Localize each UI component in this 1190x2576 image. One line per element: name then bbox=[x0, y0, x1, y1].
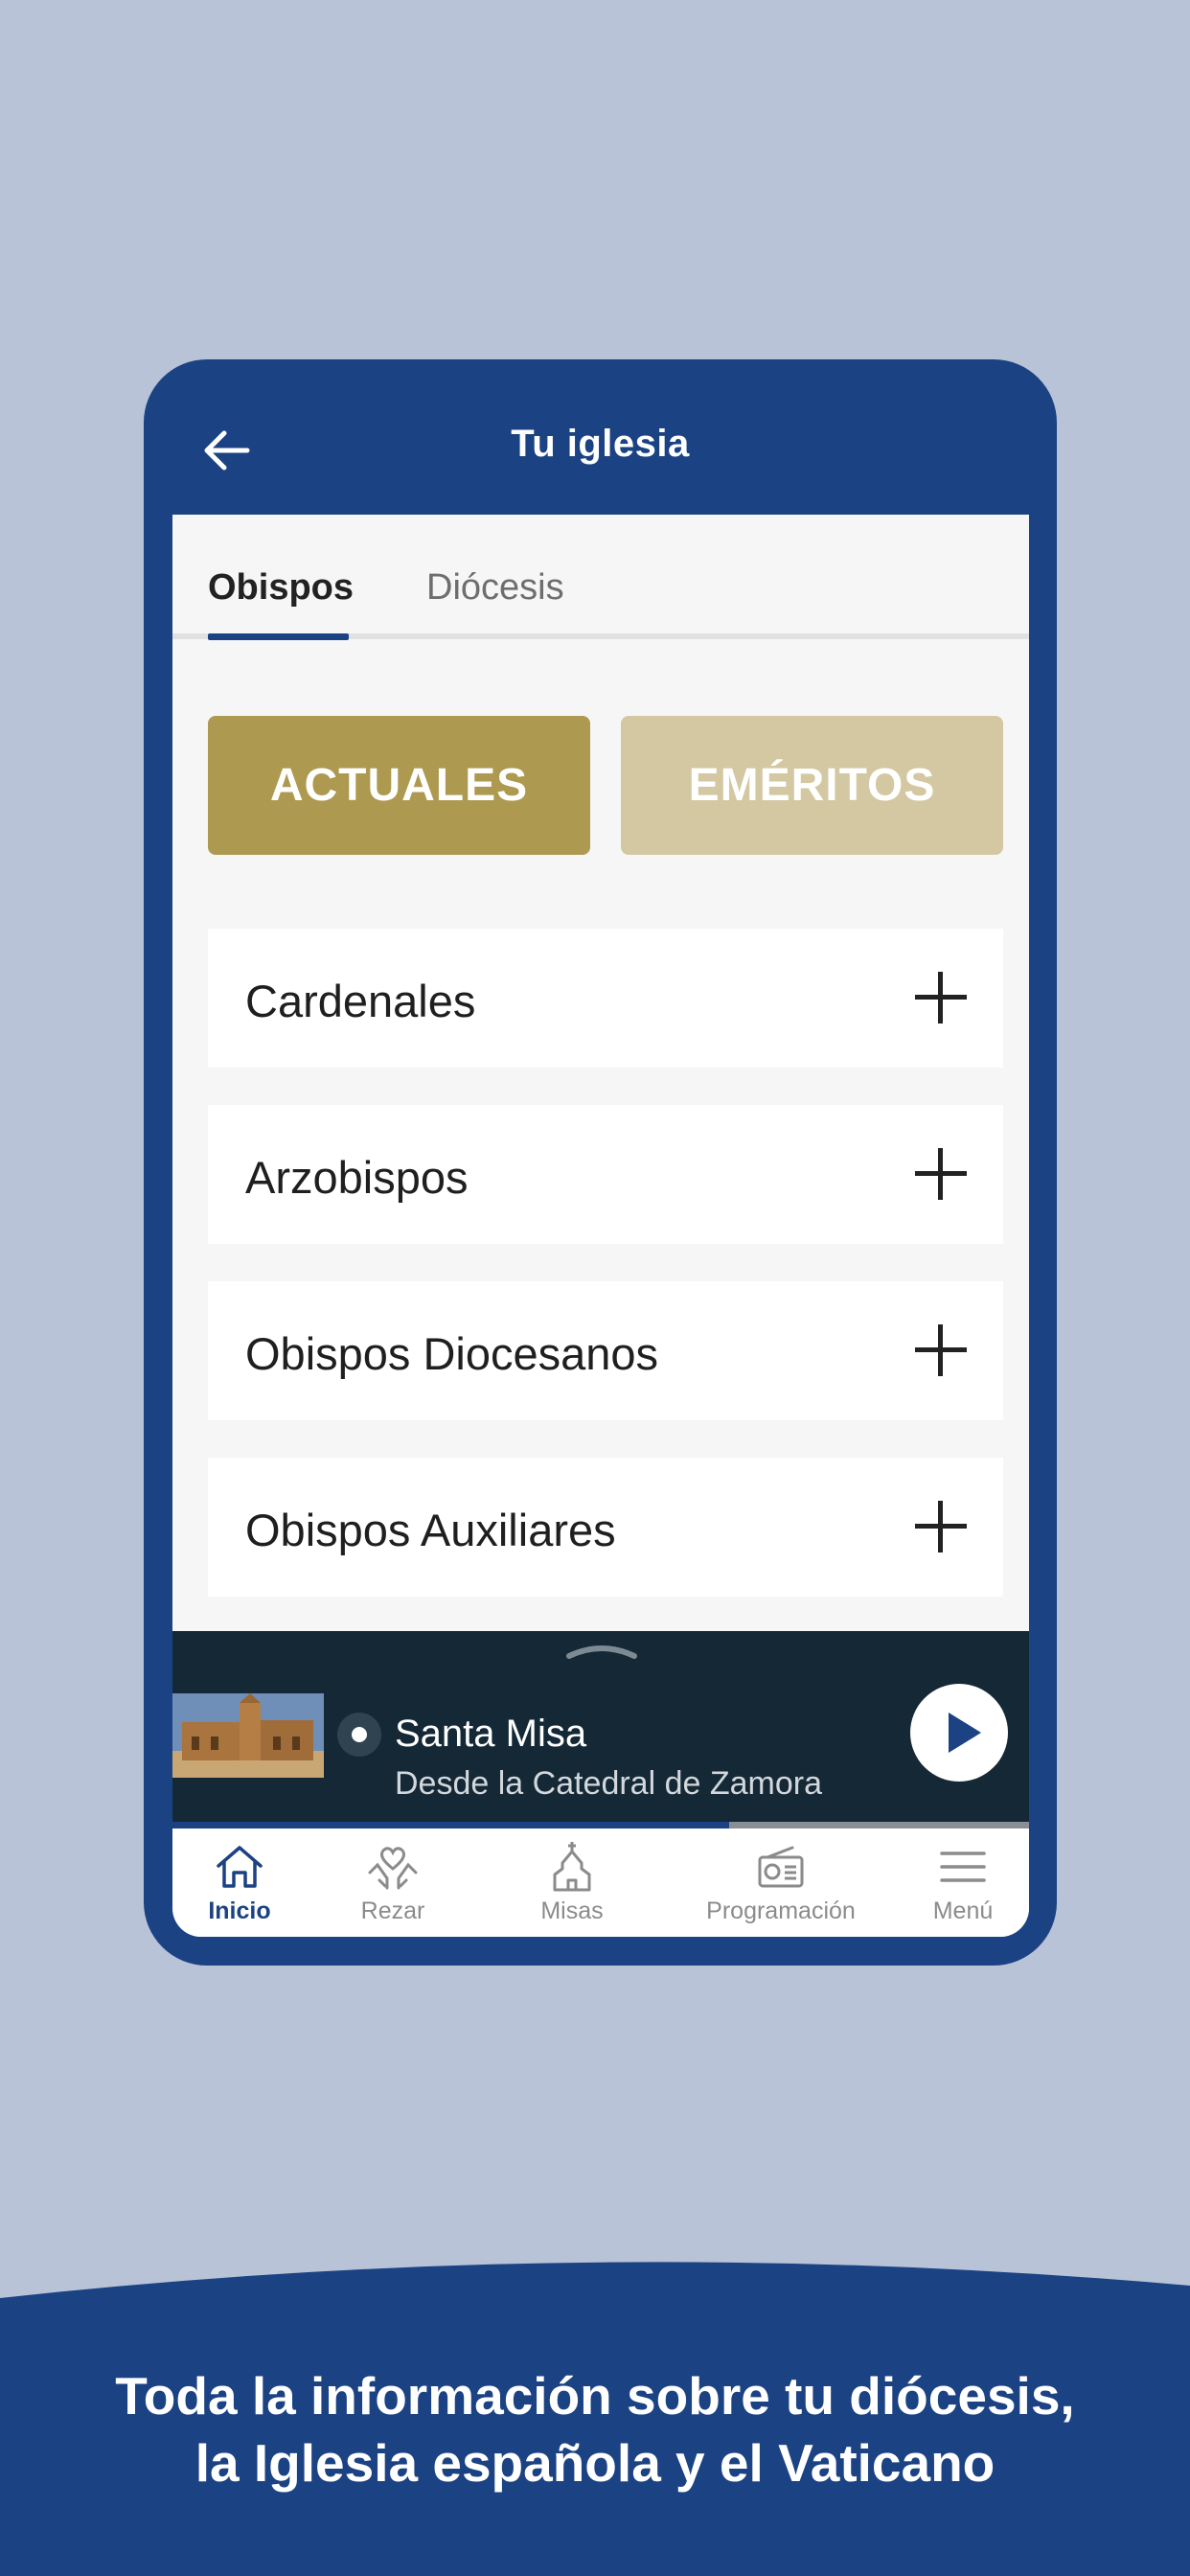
emeritos-button[interactable]: EMÉRITOS bbox=[621, 716, 1003, 855]
nav-label: Misas bbox=[540, 1898, 604, 1924]
nav-rezar[interactable]: Rezar bbox=[340, 1828, 446, 1937]
page-title: Tu iglesia bbox=[511, 423, 690, 465]
nav-label: Rezar bbox=[360, 1898, 425, 1924]
mini-player[interactable]: Santa Misa Desde la Catedral de Zamora bbox=[172, 1631, 1029, 1823]
hamburger-menu-icon bbox=[940, 1852, 986, 1882]
promo-caption-line-2: la Iglesia española y el Vaticano bbox=[195, 2433, 995, 2493]
promo-banner: Toda la información sobre tu diócesis, l… bbox=[0, 2252, 1190, 2576]
radio-icon bbox=[758, 1846, 804, 1888]
bottom-nav: Inicio Rezar Misas Programación Menú bbox=[172, 1828, 1029, 1937]
nav-misas[interactable]: Misas bbox=[519, 1828, 625, 1937]
player-subtitle: Desde la Catedral de Zamora bbox=[395, 1765, 823, 1802]
list-item-label: Obispos Auxiliares bbox=[245, 1505, 616, 1555]
church-icon bbox=[553, 1842, 591, 1892]
home-icon bbox=[217, 1846, 263, 1888]
play-button[interactable] bbox=[910, 1684, 1008, 1782]
promo-caption-line-1: Toda la información sobre tu diócesis, bbox=[115, 2366, 1075, 2426]
tab-bar-top: Obispos Diócesis bbox=[172, 515, 1029, 640]
progress-fill bbox=[172, 1822, 730, 1828]
screen-content: Obispos Diócesis ACTUALES EMÉRITOS Carde… bbox=[172, 515, 1029, 1937]
phone-frame: Tu iglesia Obispos Diócesis ACTUALES EMÉ… bbox=[144, 359, 1057, 1966]
expand-handle-icon[interactable] bbox=[565, 1643, 638, 1662]
nav-label: Inicio bbox=[208, 1898, 271, 1924]
playback-progress-bar[interactable] bbox=[172, 1822, 1029, 1828]
list-item-obispos-auxiliares[interactable]: Obispos Auxiliares bbox=[208, 1458, 1003, 1597]
live-indicator-icon bbox=[337, 1713, 381, 1757]
list-item-label: Cardenales bbox=[245, 976, 476, 1026]
app-header: Tu iglesia bbox=[144, 359, 1057, 515]
list-item-cardenales[interactable]: Cardenales bbox=[208, 929, 1003, 1068]
plus-icon[interactable] bbox=[915, 1324, 967, 1376]
tab-diocesis[interactable]: Diócesis bbox=[426, 567, 564, 609]
list-item-label: Arzobispos bbox=[245, 1152, 469, 1203]
player-title: Santa Misa bbox=[395, 1713, 587, 1755]
plus-icon[interactable] bbox=[915, 1148, 967, 1200]
plus-icon[interactable] bbox=[915, 1501, 967, 1552]
promo-caption: Toda la información sobre tu diócesis, l… bbox=[0, 2362, 1190, 2496]
nav-label: Menú bbox=[932, 1898, 994, 1924]
nav-inicio[interactable]: Inicio bbox=[187, 1828, 292, 1937]
active-tab-indicator bbox=[208, 633, 349, 640]
praying-hands-heart-icon bbox=[368, 1847, 418, 1890]
cathedral-thumbnail bbox=[172, 1693, 324, 1778]
actuales-button[interactable]: ACTUALES bbox=[208, 716, 590, 855]
plus-icon[interactable] bbox=[915, 972, 967, 1024]
list-item-obispos-diocesanos[interactable]: Obispos Diocesanos bbox=[208, 1281, 1003, 1420]
nav-label: Programación bbox=[706, 1898, 856, 1924]
progress-remaining bbox=[729, 1822, 1029, 1828]
tab-obispos[interactable]: Obispos bbox=[208, 567, 354, 609]
nav-programacion[interactable]: Programación bbox=[690, 1828, 872, 1937]
play-icon bbox=[949, 1713, 981, 1753]
list-item-label: Obispos Diocesanos bbox=[245, 1328, 659, 1379]
list-item-arzobispos[interactable]: Arzobispos bbox=[208, 1105, 1003, 1244]
nav-menu[interactable]: Menú bbox=[910, 1828, 1016, 1937]
